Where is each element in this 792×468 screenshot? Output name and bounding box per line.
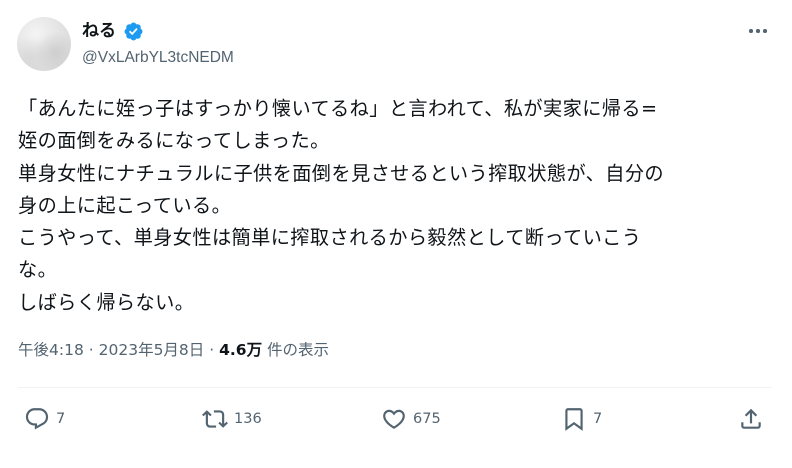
tweet-line: 身の上に起こっている。 (18, 193, 232, 217)
display-name[interactable]: ねる (82, 20, 116, 42)
verified-badge-icon[interactable] (123, 21, 144, 42)
retweet-arrows-icon (202, 410, 228, 428)
reply-bubble-icon (25, 408, 49, 430)
reply-count: 7 (56, 411, 66, 427)
bookmark-count: 7 (593, 411, 603, 427)
tweet-card: ねる @VxLArbYL3tcNEDM 「あんたに姪っ子はすっかり懐いてるね」と… (0, 0, 792, 468)
user-handle[interactable]: @VxLArbYL3tcNEDM (82, 48, 234, 68)
tweet-meta: 午後4:18 · 2023年5月8日 · 4.6万 件の表示 (18, 339, 329, 361)
reply-button[interactable]: 7 (24, 405, 65, 433)
more-horizontal-icon[interactable] (744, 20, 772, 42)
heart-icon (383, 409, 405, 429)
share-upload-icon (741, 408, 761, 429)
like-count: 675 (413, 411, 441, 427)
tweet-line: しばらく帰らない。 (18, 290, 195, 314)
tweet-line: 単身女性にナチュラルに子供を面倒を見させるという搾取状態が、自分の (18, 161, 665, 185)
tweet-text: 「あんたに姪っ子はすっかり懐いてるね」と言われて、私が実家に帰る= 姪の面倒をみ… (18, 93, 778, 319)
bookmark-button[interactable]: 7 (561, 405, 602, 433)
tweet-line: 「あんたに姪っ子はすっかり懐いてるね」と言われて、私が実家に帰る= (18, 97, 658, 120)
tweet-date[interactable]: 2023年5月8日 (99, 341, 205, 359)
like-button[interactable]: 675 (381, 405, 441, 433)
retweet-button[interactable]: 136 (202, 405, 262, 433)
meta-separator: · (209, 341, 215, 359)
tweet-line: こうやって、単身女性は簡単に搾取されるから毅然として断っていこう (18, 226, 642, 250)
views-count[interactable]: 4.6万 (219, 341, 262, 359)
divider (18, 387, 772, 388)
tweet-line: な。 (18, 258, 58, 282)
retweet-count: 136 (234, 411, 262, 427)
meta-separator: · (88, 341, 94, 359)
tweet-line: 姪の面倒をみるになってしまった。 (18, 129, 330, 153)
views-label: 件の表示 (267, 341, 330, 359)
avatar[interactable] (17, 17, 71, 71)
share-button[interactable] (738, 405, 764, 433)
bookmark-icon (565, 408, 583, 431)
tweet-time[interactable]: 午後4:18 (18, 341, 84, 359)
